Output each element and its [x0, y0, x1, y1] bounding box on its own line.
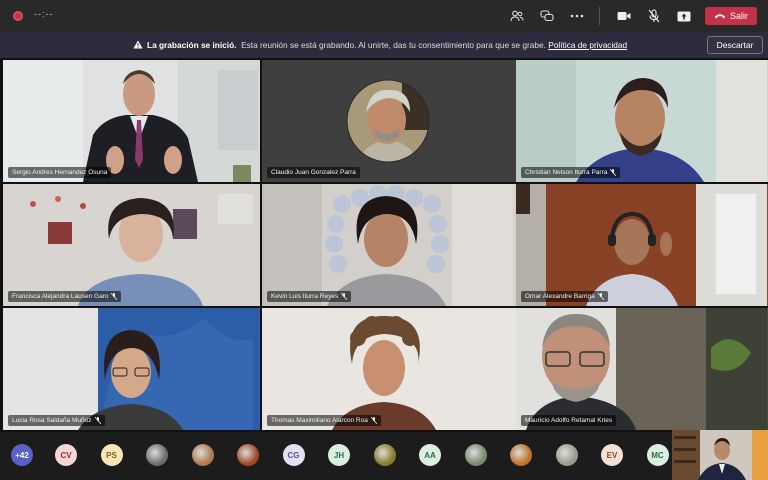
recording-indicator-icon: [13, 11, 23, 21]
participant-video: [262, 308, 513, 430]
participant-name-tag: Sergio Andres Hernandez Osuna: [8, 167, 112, 178]
participant-avatar-photo[interactable]: [373, 444, 396, 466]
banner-message: La grabación se inició. Esta reunión se …: [147, 40, 627, 50]
participant-name: Claudio Juan Gonzalez Parra: [271, 169, 356, 176]
participant-roster: +42 CV PS CG JH AA EV MC: [0, 432, 768, 480]
participant-name-tag: Claudio Juan Gonzalez Parra: [267, 167, 360, 178]
participant-name: Thomas Maximiliano Alarcon Roa: [271, 417, 368, 424]
participant-avatar-photo[interactable]: [510, 444, 532, 466]
participant-name: Sergio Andres Hernandez Osuna: [12, 169, 108, 176]
participant-avatar-photo: [262, 60, 519, 182]
camera-icon[interactable]: [612, 6, 636, 26]
participant-avatar[interactable]: EV: [601, 444, 623, 466]
participant-video: [3, 308, 260, 430]
chat-icon[interactable]: [535, 6, 559, 26]
more-icon[interactable]: [565, 6, 589, 26]
meeting-timer: --:--: [34, 9, 54, 19]
participant-name: Mauricio Adolfo Retamal Kries: [525, 417, 613, 424]
participant-name-tag: Omar Alexandre Barriga: [521, 291, 608, 302]
participant-name: Omar Alexandre Barriga: [525, 293, 595, 300]
participant-avatar[interactable]: JH: [328, 444, 350, 466]
toolbar-divider: [599, 7, 600, 25]
video-tile[interactable]: Francisca Alejandra Lausen Garo: [3, 184, 260, 306]
participant-avatar[interactable]: CV: [55, 444, 77, 466]
meeting-controls: [499, 6, 696, 26]
meeting-topbar: --:-- Salir: [0, 0, 768, 32]
mic-muted-icon: [341, 293, 348, 300]
participant-avatar-photo[interactable]: [191, 444, 214, 466]
hang-up-icon: [714, 14, 726, 19]
banner-body: Esta reunión se está grabando. Al unirte…: [241, 40, 546, 50]
participant-avatar-photo[interactable]: [555, 444, 578, 466]
participant-avatar[interactable]: CG: [282, 444, 305, 466]
mic-muted-icon: [94, 417, 101, 424]
video-tile[interactable]: Claudio Juan Gonzalez Parra: [262, 60, 519, 182]
participant-avatar[interactable]: PS: [100, 444, 123, 466]
participant-video: [3, 60, 260, 182]
privacy-policy-link[interactable]: Política de privacidad: [548, 40, 627, 50]
video-tile[interactable]: Mauricio Adolfo Retamal Kries: [516, 308, 768, 430]
video-tile[interactable]: Lucia Rosa Saldaña Muñoz: [3, 308, 260, 430]
participant-name-tag: Kevin Luis Iturra Reyes: [267, 291, 352, 302]
participant-name: Lucia Rosa Saldaña Muñoz: [12, 417, 92, 424]
mic-muted-icon: [597, 293, 604, 300]
participants-icon[interactable]: [505, 6, 529, 26]
participant-video: [516, 60, 767, 182]
participant-name-tag: Francisca Alejandra Lausen Garo: [8, 291, 122, 302]
leave-button-label: Salir: [729, 11, 748, 21]
participant-name-tag: Christian Nelson Iturra Parra: [521, 167, 621, 178]
participant-video: [516, 184, 767, 306]
participant-name: Christian Nelson Iturra Parra: [525, 169, 608, 176]
share-icon[interactable]: [672, 6, 696, 26]
self-view-image: [672, 430, 768, 480]
participant-video: [3, 184, 260, 306]
participant-avatar[interactable]: AA: [419, 444, 441, 466]
participant-name: Kevin Luis Iturra Reyes: [271, 293, 339, 300]
video-tile[interactable]: Thomas Maximiliano Alarcon Roa: [262, 308, 519, 430]
participant-name-tag: Thomas Maximiliano Alarcon Roa: [267, 415, 381, 426]
participant-name: Francisca Alejandra Lausen Garo: [12, 293, 109, 300]
video-tile[interactable]: Omar Alexandre Barriga: [516, 184, 768, 306]
participant-avatar[interactable]: MC: [646, 444, 669, 466]
participant-video: [516, 308, 767, 430]
more-participants-badge[interactable]: +42: [11, 444, 33, 466]
recording-banner: La grabación se inició. Esta reunión se …: [0, 32, 768, 58]
video-tile[interactable]: Sergio Andres Hernandez Osuna: [3, 60, 260, 182]
mic-off-icon[interactable]: [642, 6, 666, 26]
mic-muted-icon: [610, 169, 617, 176]
warning-icon: [133, 40, 143, 49]
video-tile[interactable]: Kevin Luis Iturra Reyes: [262, 184, 519, 306]
participant-name-tag: Mauricio Adolfo Retamal Kries: [521, 415, 617, 426]
mic-muted-icon: [111, 293, 118, 300]
video-tile[interactable]: Christian Nelson Iturra Parra: [516, 60, 768, 182]
participant-name-tag: Lucia Rosa Saldaña Muñoz: [8, 415, 105, 426]
leave-button[interactable]: Salir: [705, 7, 757, 25]
participant-avatar-photo[interactable]: [464, 444, 487, 466]
self-view-video[interactable]: [672, 430, 768, 480]
participant-avatar-photo[interactable]: [237, 444, 259, 466]
participant-video: [262, 184, 513, 306]
participant-avatar-photo[interactable]: [146, 444, 168, 466]
mic-muted-icon: [370, 417, 377, 424]
banner-title: La grabación se inició.: [147, 40, 237, 50]
dismiss-button[interactable]: Descartar: [707, 36, 763, 54]
